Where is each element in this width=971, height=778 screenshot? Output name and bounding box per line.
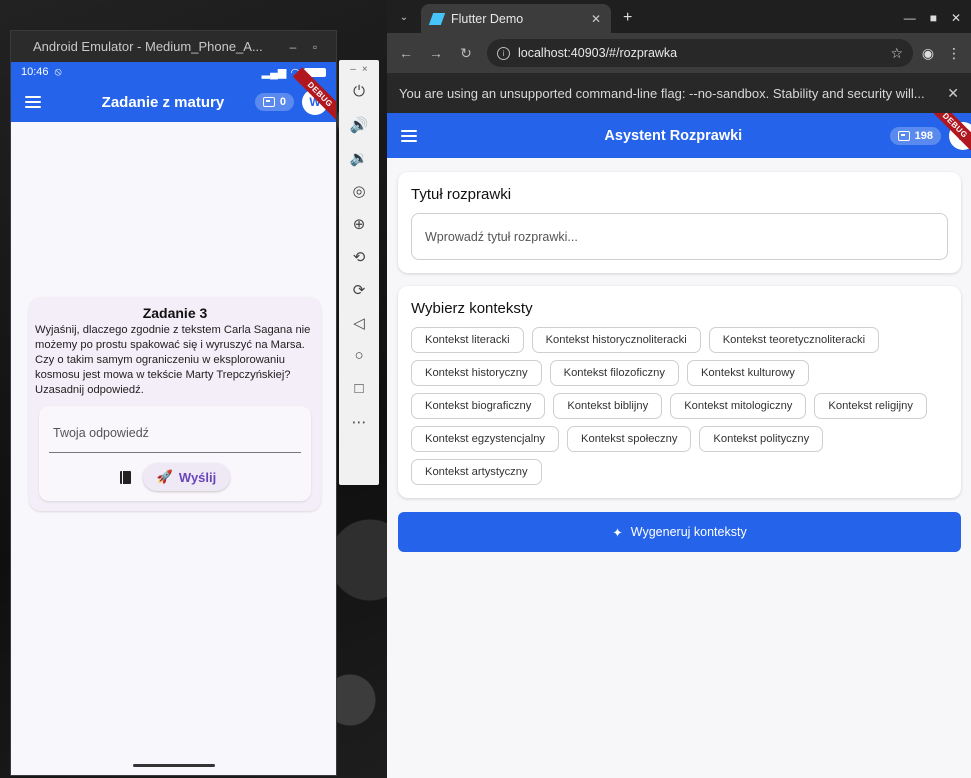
context-chip[interactable]: Kontekst biblijny (553, 393, 663, 419)
generate-contexts-button[interactable]: ✦ Wygeneruj konteksty (398, 512, 961, 552)
bookmark-star-icon[interactable]: ☆ (890, 45, 903, 62)
credits-icon (897, 130, 910, 141)
context-chip[interactable]: Kontekst historycznoliteracki (531, 327, 701, 353)
status-time: 10:46 (21, 66, 49, 78)
rocket-icon: 🚀 (156, 469, 173, 484)
phone-screen: 10:46 ⦸ ▂▄▆ ◠ Zadanie z matury 0 W DEBUG… (11, 62, 336, 775)
essay-title-input[interactable] (411, 213, 948, 260)
task-card: Zadanie 3 Wyjaśnij, dlaczego zgodnie z t… (29, 297, 321, 511)
emulator-window-title: Android Emulator - Medium_Phone_A... (33, 39, 263, 54)
browser-window: ⌄ Flutter Demo ✕ + — ■ ✕ ← → ↻ i localho… (387, 0, 971, 778)
context-chips: Kontekst literacki Kontekst historycznol… (411, 327, 948, 485)
reload-icon[interactable]: ↻ (453, 45, 479, 62)
toolbar-close-icon[interactable]: × (362, 64, 368, 75)
context-chip[interactable]: Kontekst polityczny (699, 426, 824, 452)
tab-close-icon[interactable]: ✕ (591, 12, 601, 26)
answer-input[interactable] (49, 418, 301, 453)
toolbar-minimize-icon[interactable]: – (350, 64, 356, 75)
context-chip[interactable]: Kontekst filozoficzny (549, 360, 679, 386)
phone-status-bar: 10:46 ⦸ ▂▄▆ ◠ (11, 62, 336, 82)
context-chip[interactable]: Kontekst społeczny (567, 426, 692, 452)
context-chip[interactable]: Kontekst mitologiczny (670, 393, 807, 419)
back-icon[interactable]: ◁ (344, 306, 374, 339)
window-close-icon[interactable]: ✕ (951, 11, 961, 25)
web-appbar-title: Asystent Rozprawki (604, 127, 743, 144)
home-icon[interactable]: ○ (344, 339, 374, 372)
android-emulator-window: Android Emulator - Medium_Phone_A... – ▫… (10, 30, 337, 776)
answer-box: 🚀 Wyślij (39, 406, 311, 501)
url-text[interactable]: localhost:40903/#/rozprawka (518, 46, 882, 60)
warning-infobar: You are using an unsupported command-lin… (387, 73, 971, 113)
minimize-icon[interactable]: – (282, 40, 304, 54)
back-arrow-icon[interactable]: ← (393, 45, 419, 61)
window-maximize-icon[interactable]: ■ (930, 11, 937, 25)
contexts-card: Wybierz konteksty Kontekst literacki Kon… (398, 286, 961, 498)
more-icon[interactable]: ⋯ (344, 405, 374, 438)
credits-count: 0 (279, 96, 286, 108)
infobar-message: You are using an unsupported command-lin… (399, 85, 925, 101)
site-info-icon[interactable]: i (497, 46, 510, 60)
emulator-toolbar: – × ⏻ 🔊 🔉 ◎ ⊕ ⟲ ⟳ ◁ ○ □ ⋯ (339, 60, 379, 485)
flutter-icon (428, 12, 446, 25)
credits-badge[interactable]: 198 (889, 126, 941, 145)
credits-icon (262, 97, 275, 107)
maximize-icon[interactable]: ▫ (304, 40, 326, 54)
credits-count: 198 (914, 129, 933, 142)
profile-icon[interactable]: ◉ (917, 45, 939, 62)
zoom-icon[interactable]: ⊕ (344, 207, 374, 240)
generate-button-label: Wygeneruj konteksty (630, 525, 747, 539)
forward-arrow-icon[interactable]: → (423, 45, 449, 61)
address-bar: ← → ↻ i localhost:40903/#/rozprawka ☆ ◉ … (387, 33, 971, 73)
volume-up-icon[interactable]: 🔊 (344, 108, 374, 141)
emulator-titlebar[interactable]: Android Emulator - Medium_Phone_A... – ▫ (11, 31, 336, 62)
browser-menu-icon[interactable]: ⋮ (943, 45, 965, 62)
rotate-right-icon[interactable]: ⟳ (344, 273, 374, 306)
title-card: Tytuł rozprawki (398, 172, 961, 273)
sparkle-icon: ✦ (612, 525, 623, 540)
task-text: Wyjaśnij, dlaczego zgodnie z tekstem Car… (35, 324, 311, 396)
tab-title: Flutter Demo (451, 11, 524, 26)
menu-icon[interactable] (401, 129, 417, 142)
infobar-close-icon[interactable]: ✕ (947, 85, 959, 102)
title-section-heading: Tytuł rozprawki (411, 186, 512, 203)
phone-app-bar: Zadanie z matury 0 W DEBUG (11, 67, 336, 122)
omnibox[interactable]: i localhost:40903/#/rozprawka ☆ (487, 39, 913, 67)
camera-icon[interactable]: ◎ (344, 174, 374, 207)
overview-icon[interactable]: □ (344, 372, 374, 405)
book-icon[interactable] (119, 470, 131, 484)
rotate-left-icon[interactable]: ⟲ (344, 240, 374, 273)
new-tab-icon[interactable]: + (623, 9, 632, 27)
menu-icon[interactable] (25, 96, 41, 108)
volume-down-icon[interactable]: 🔉 (344, 141, 374, 174)
location-icon: ⦸ (54, 65, 62, 78)
context-chip[interactable]: Kontekst literacki (411, 327, 524, 353)
context-chip[interactable]: Kontekst historyczny (411, 360, 542, 386)
send-button-label: Wyślij (178, 469, 217, 485)
window-minimize-icon[interactable]: — (904, 11, 916, 25)
browser-tab[interactable]: Flutter Demo ✕ (421, 4, 611, 33)
power-icon[interactable]: ⏻ (344, 75, 374, 108)
tab-search-icon[interactable]: ⌄ (393, 6, 415, 28)
context-chip[interactable]: Kontekst biograficzny (411, 393, 546, 419)
context-chip[interactable]: Kontekst egzystencjalny (411, 426, 560, 452)
send-button[interactable]: 🚀 Wyślij (142, 463, 231, 491)
context-chip[interactable]: Kontekst kulturowy (686, 360, 809, 386)
web-app-bar: Asystent Rozprawki 198 W DEBUG (387, 113, 971, 158)
context-chip[interactable]: Kontekst religijny (814, 393, 927, 419)
signal-icon: ▂▄▆ (261, 66, 287, 79)
credits-badge[interactable]: 0 (254, 93, 294, 111)
home-indicator[interactable] (133, 764, 215, 767)
context-chip[interactable]: Kontekst teoretycznoliteracki (708, 327, 880, 353)
phone-appbar-title: Zadanie z matury (101, 93, 225, 111)
contexts-section-heading: Wybierz konteksty (411, 300, 533, 317)
page-content: Tytuł rozprawki Wybierz konteksty Kontek… (387, 158, 971, 778)
context-chip[interactable]: Kontekst artystyczny (411, 459, 542, 485)
tab-strip: ⌄ Flutter Demo ✕ + — ■ ✕ (387, 0, 971, 33)
task-title: Zadanie 3 (142, 305, 208, 321)
